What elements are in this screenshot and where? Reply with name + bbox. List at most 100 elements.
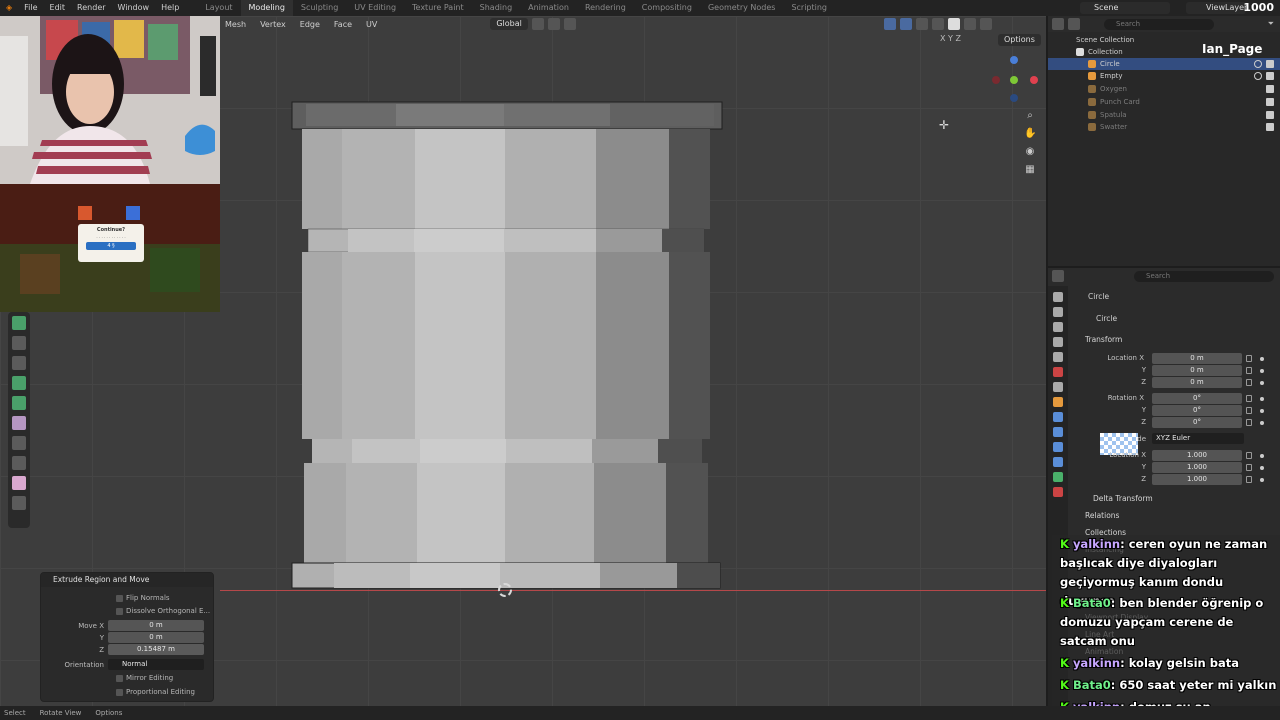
render-tab-icon[interactable] bbox=[1053, 307, 1063, 317]
lock-icon[interactable] bbox=[1246, 476, 1252, 483]
tool-shelf bbox=[8, 312, 30, 528]
filter-icon[interactable]: ⏷ bbox=[1268, 19, 1274, 29]
scale-x-field[interactable]: 1.000 bbox=[1152, 450, 1242, 461]
keyframe-dot-icon[interactable] bbox=[1260, 409, 1264, 413]
keyframe-dot-icon[interactable] bbox=[1260, 397, 1264, 401]
lock-icon[interactable] bbox=[1246, 379, 1252, 386]
loop-cut-icon[interactable] bbox=[12, 436, 26, 450]
scene-selector[interactable]: Scene bbox=[1080, 2, 1170, 14]
modifier-tab-icon[interactable] bbox=[1053, 412, 1063, 422]
bevel-icon[interactable] bbox=[12, 496, 26, 510]
keyframe-dot-icon[interactable] bbox=[1260, 421, 1264, 425]
lock-icon[interactable] bbox=[1246, 419, 1252, 426]
pan-hand-icon[interactable]: ✋ bbox=[1024, 128, 1036, 140]
webcam-overlay bbox=[0, 16, 220, 184]
view-layer-tab-icon[interactable] bbox=[1053, 337, 1063, 347]
keyframe-dot-icon[interactable] bbox=[1260, 381, 1264, 385]
ortho-grid-icon[interactable]: ▦ bbox=[1024, 164, 1036, 176]
neg-z-axis-icon[interactable] bbox=[1010, 94, 1018, 102]
outliner-item-circle[interactable]: Circle bbox=[1048, 58, 1280, 70]
move-icon[interactable] bbox=[12, 376, 26, 390]
inset-icon[interactable] bbox=[12, 356, 26, 370]
scale-y-field[interactable]: 1.000 bbox=[1152, 462, 1242, 473]
mesh-object-icon bbox=[1088, 123, 1096, 131]
mirror-editing-checkbox[interactable]: Mirror Editing bbox=[116, 674, 173, 682]
z-axis-icon[interactable] bbox=[1010, 56, 1018, 64]
transform-icon[interactable] bbox=[12, 456, 26, 470]
data-tab-icon[interactable] bbox=[1053, 472, 1063, 482]
proportional-editing-checkbox[interactable]: Proportional Editing bbox=[116, 688, 195, 696]
move-y-field[interactable]: Y0 m bbox=[78, 632, 208, 643]
tool-tab-icon[interactable] bbox=[1053, 292, 1063, 302]
redo-panel-title[interactable]: Extrude Region and Move bbox=[41, 573, 213, 587]
mesh-object-icon bbox=[1088, 98, 1096, 106]
streamer-webcam-image bbox=[0, 16, 220, 184]
lock-icon[interactable] bbox=[1246, 452, 1252, 459]
object-tab-icon[interactable] bbox=[1053, 397, 1063, 407]
display-mode-icon[interactable] bbox=[1068, 18, 1080, 30]
particles-tab-icon[interactable] bbox=[1053, 427, 1063, 437]
lock-icon[interactable] bbox=[1246, 464, 1252, 471]
extrude-icon[interactable] bbox=[12, 336, 26, 350]
physics-tab-icon[interactable] bbox=[1053, 442, 1063, 452]
rotation-mode-dropdown[interactable]: XYZ Euler bbox=[1152, 433, 1244, 444]
editor-type-icon[interactable] bbox=[1052, 270, 1064, 282]
navigation-gizmo[interactable] bbox=[988, 56, 1038, 104]
outliner-item-spatula[interactable]: Spatula bbox=[1048, 109, 1280, 121]
lock-icon[interactable] bbox=[1246, 355, 1252, 362]
editor-type-icon[interactable] bbox=[1052, 18, 1064, 30]
flip-normals-checkbox[interactable]: Flip Normals bbox=[116, 594, 170, 602]
zoom-icon[interactable]: ⌕ bbox=[1024, 110, 1036, 122]
location-y-field[interactable]: 0 m bbox=[1152, 365, 1242, 376]
smooth-icon[interactable] bbox=[12, 416, 26, 430]
lock-icon[interactable] bbox=[1246, 395, 1252, 402]
scale-z-field[interactable]: 1.000 bbox=[1152, 474, 1242, 485]
select-box-icon[interactable] bbox=[12, 316, 26, 330]
relations-section[interactable]: Relations bbox=[1085, 511, 1119, 520]
collection-tab-icon[interactable] bbox=[1053, 382, 1063, 392]
lock-icon[interactable] bbox=[1246, 367, 1252, 374]
dissolve-orthogonal-checkbox[interactable]: Dissolve Orthogonal E... bbox=[116, 607, 210, 615]
outliner-item-oxygen[interactable]: Oxygen bbox=[1048, 83, 1280, 95]
keyframe-dot-icon[interactable] bbox=[1260, 369, 1264, 373]
material-tab-icon[interactable] bbox=[1053, 487, 1063, 497]
world-tab-icon[interactable] bbox=[1053, 367, 1063, 377]
location-x-field[interactable]: 0 m bbox=[1152, 353, 1242, 364]
y-axis-icon[interactable] bbox=[1010, 76, 1018, 84]
keyframe-dot-icon[interactable] bbox=[1260, 478, 1264, 482]
outliner-item-empty[interactable]: Empty bbox=[1048, 70, 1280, 82]
rotation-z-field[interactable]: 0° bbox=[1152, 417, 1242, 428]
view-layer-selector[interactable]: ViewLayer bbox=[1186, 2, 1247, 14]
viewport-nav-icons: ⌕ ✋ ◉ ▦ bbox=[1024, 110, 1036, 176]
camera-view-icon[interactable]: ◉ bbox=[1024, 146, 1036, 158]
orientation-dropdown[interactable]: Orientation Normal bbox=[46, 659, 216, 670]
transform-section-header[interactable]: Transform bbox=[1085, 335, 1122, 344]
delta-transform-section[interactable]: Delta Transform bbox=[1093, 494, 1153, 503]
empty-object-icon bbox=[1088, 72, 1096, 80]
rotation-x-field[interactable]: 0° bbox=[1152, 393, 1242, 404]
scene-tab-icon[interactable] bbox=[1053, 352, 1063, 362]
location-z-field[interactable]: 0 m bbox=[1152, 377, 1242, 388]
mesh-lower-band bbox=[304, 463, 708, 563]
game-popup-button[interactable]: 4 § bbox=[86, 242, 136, 250]
rotate-icon[interactable] bbox=[12, 396, 26, 410]
neg-x-axis-icon[interactable] bbox=[992, 76, 1000, 84]
shear-icon[interactable] bbox=[12, 476, 26, 490]
move-x-field[interactable]: Move X0 m bbox=[78, 620, 208, 631]
rotation-y-field[interactable]: 0° bbox=[1152, 405, 1242, 416]
status-rotate-view: Rotate View bbox=[39, 709, 82, 717]
outliner-item-punch-card[interactable]: Punch Card bbox=[1048, 96, 1280, 108]
keyframe-dot-icon[interactable] bbox=[1260, 466, 1264, 470]
outliner-search-input[interactable]: Search bbox=[1104, 18, 1214, 30]
x-axis-icon[interactable] bbox=[1030, 76, 1038, 84]
keyframe-dot-icon[interactable] bbox=[1260, 454, 1264, 458]
lock-icon[interactable] bbox=[1246, 407, 1252, 414]
outliner-item-swatter[interactable]: Swatter bbox=[1048, 121, 1280, 133]
properties-search-input[interactable]: Search bbox=[1134, 270, 1274, 282]
constraints-tab-icon[interactable] bbox=[1053, 457, 1063, 467]
keyframe-dot-icon[interactable] bbox=[1260, 357, 1264, 361]
object-name-field[interactable]: Circle bbox=[1096, 314, 1117, 323]
output-tab-icon[interactable] bbox=[1053, 322, 1063, 332]
game-capture-overlay: Continue? · · · · · · · · · · · · 4 § bbox=[0, 184, 220, 312]
move-z-field[interactable]: Z 0.15487 m bbox=[78, 644, 208, 655]
